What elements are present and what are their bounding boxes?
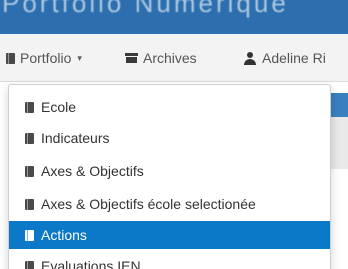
menu-item-label: Actions <box>41 227 87 243</box>
menu-item-axes-objectifs-ecole[interactable]: Axes & Objectifs école selectionée <box>9 190 330 218</box>
background-header-bar <box>329 93 348 117</box>
portfolio-dropdown-menu: Ecole Indicateurs Axes & Objectifs Axes … <box>8 84 331 269</box>
book-icon <box>25 101 34 113</box>
menu-item-label: Ecole <box>41 99 77 115</box>
menu-item-label: Axes & Objectifs <box>41 163 144 179</box>
book-icon <box>6 52 15 64</box>
archive-icon <box>125 53 138 63</box>
background-panel <box>329 117 348 169</box>
menu-item-evaluations-ien[interactable]: Evaluations IEN <box>9 252 330 269</box>
user-icon <box>244 51 256 65</box>
banner-title: Portfolio Numérique <box>2 0 289 18</box>
chevron-down-icon: ▾ <box>77 52 82 63</box>
menu-item-indicateurs[interactable]: Indicateurs <box>9 124 330 152</box>
archives-link[interactable]: Archives <box>125 48 197 68</box>
portfolio-menu-toggle[interactable]: Portfolio ▾ <box>6 48 82 68</box>
menu-item-ecole[interactable]: Ecole <box>9 93 330 121</box>
page: Portfolio Numérique Portfolio ▾ Archives… <box>0 0 348 269</box>
navbar: Portfolio ▾ Archives Adeline Ri <box>0 34 348 82</box>
book-icon <box>25 198 34 210</box>
book-icon <box>25 229 34 241</box>
portfolio-label: Portfolio <box>20 50 72 66</box>
book-icon <box>25 132 34 144</box>
menu-item-label: Axes & Objectifs école selectionée <box>41 196 256 212</box>
menu-item-label: Indicateurs <box>41 130 110 146</box>
book-icon <box>25 165 34 177</box>
user-label: Adeline Ri <box>262 50 326 66</box>
menu-item-label: Evaluations IEN <box>41 258 141 269</box>
archives-label: Archives <box>143 50 197 66</box>
top-banner: Portfolio Numérique <box>0 0 348 34</box>
menu-item-actions[interactable]: Actions <box>9 221 330 249</box>
book-icon <box>25 260 34 269</box>
user-menu[interactable]: Adeline Ri <box>244 48 326 68</box>
menu-item-axes-objectifs[interactable]: Axes & Objectifs <box>9 157 330 185</box>
